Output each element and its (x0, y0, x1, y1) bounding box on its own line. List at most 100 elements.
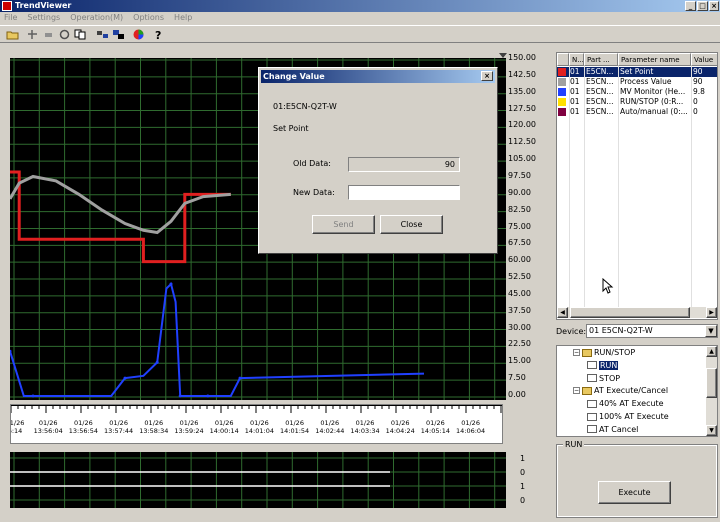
document-icon (587, 425, 597, 434)
series-point (178, 394, 182, 398)
copy-icon[interactable] (74, 28, 87, 41)
col-header-value[interactable]: Value (691, 53, 717, 66)
close-button[interactable]: Close (380, 215, 443, 234)
tree-vertical-scrollbar[interactable]: ▲ ▼ (706, 346, 717, 436)
table-horizontal-scrollbar[interactable]: ◀ ▶ (557, 307, 717, 318)
new-data-input[interactable] (348, 185, 460, 200)
y-tick-label: 105.00 (508, 154, 536, 164)
table-divider (618, 66, 619, 307)
tree-node[interactable]: 40% AT Execute (587, 399, 664, 409)
tree-node[interactable]: − RUN/STOP (573, 348, 635, 358)
tree-node[interactable]: − AT Execute/Cancel (573, 386, 668, 396)
minimize-button[interactable]: _ (685, 1, 696, 11)
connect-icon[interactable] (96, 28, 109, 41)
time-tick-label: 01/26 14:00:14 (204, 419, 244, 435)
tree-scroll-thumb[interactable] (706, 368, 717, 398)
digital-tick: 0 (520, 496, 526, 505)
parameter-row[interactable]: 01 E5CN... RUN/STOP (0:R... 0 (557, 97, 717, 107)
app-logo-icon (2, 1, 12, 11)
digital-trend-chart[interactable] (10, 452, 506, 508)
scroll-thumb[interactable] (570, 307, 690, 318)
time-axis[interactable]: 01/266:1401/2613:56:0401/2613:56:5401/26… (10, 404, 503, 444)
window-title: TrendViewer (15, 1, 72, 10)
tree-node[interactable]: 100% AT Execute (587, 412, 669, 422)
time-tick-time: 13:58:34 (139, 427, 169, 435)
time-tick-time: 14:00:14 (209, 427, 239, 435)
y-tick-label: 60.00 (508, 255, 531, 265)
series-color-swatch (558, 78, 566, 86)
time-axis-ticks (11, 405, 502, 413)
time-tick-date: 01/26 (179, 419, 199, 427)
y-tick-label: 142.50 (508, 69, 536, 79)
parameter-row[interactable]: 01 E5CN... Auto/manual (0:... 0 (557, 107, 717, 117)
execute-button[interactable]: Execute (598, 481, 671, 504)
y-tick-label: 150.00 (508, 53, 536, 62)
table-divider (569, 66, 570, 307)
y-tick-label: 90.00 (508, 187, 531, 197)
tree-node[interactable]: STOP (587, 374, 620, 384)
time-tick-time: 14:01:04 (244, 427, 274, 435)
tree-node-label: AT Execute/Cancel (594, 386, 669, 396)
dialog-close-icon[interactable]: × (481, 71, 493, 81)
time-tick-time: 13:56:54 (68, 427, 98, 435)
settings-icon[interactable] (58, 28, 71, 41)
param-part: E5CN... (586, 77, 614, 86)
time-tick-date: 01/26 (355, 419, 375, 427)
scroll-right-icon[interactable]: ▶ (706, 307, 717, 318)
close-window-button[interactable]: × (709, 1, 719, 11)
col-header-no[interactable]: N... (569, 53, 584, 66)
col-header-blank[interactable] (557, 53, 569, 66)
parameter-row[interactable]: 01 E5CN... Set Point 90 (557, 67, 717, 77)
y-tick-label: 45.00 (508, 288, 531, 298)
open-icon[interactable] (6, 28, 19, 41)
menu-options[interactable]: Options (133, 13, 164, 22)
chevron-down-icon[interactable]: ▼ (705, 325, 717, 337)
param-value: 90 (693, 67, 703, 76)
param-part: E5CN... (586, 87, 614, 96)
disconnect-icon[interactable] (112, 28, 125, 41)
remove-icon[interactable] (42, 28, 55, 41)
expander-icon[interactable]: − (573, 387, 580, 395)
expander-icon[interactable]: − (573, 349, 580, 356)
col-header-param-name[interactable]: Parameter name (618, 53, 691, 66)
menu-bar: File Settings Operation(M) Options Help (0, 12, 720, 24)
tree-node[interactable]: RUN (587, 360, 619, 371)
add-icon[interactable] (26, 28, 39, 41)
scroll-up-icon[interactable]: ▲ (706, 346, 717, 357)
menu-settings[interactable]: Settings (27, 13, 60, 22)
parameter-row[interactable]: 01 E5CN... MV Monitor (He... 9.8 (557, 87, 717, 97)
param-name: Set Point (620, 67, 654, 76)
series-color-swatch (558, 88, 566, 96)
series-line (10, 174, 231, 235)
document-icon (587, 374, 597, 383)
menu-operation[interactable]: Operation(M) (70, 13, 123, 22)
scroll-down-icon[interactable]: ▼ (706, 425, 717, 436)
maximize-button[interactable]: □ (697, 1, 708, 11)
menu-help[interactable]: Help (174, 13, 192, 22)
series-color-swatch (558, 98, 566, 106)
series-color-swatch (558, 108, 566, 116)
parameter-row[interactable]: 01 E5CN... Process Value 90 (557, 77, 717, 87)
tree-node[interactable]: AT Cancel (587, 425, 638, 435)
time-tick-time: 14:02:44 (315, 427, 345, 435)
scroll-left-icon[interactable]: ◀ (557, 307, 568, 318)
time-tick-date: 01/26 (426, 419, 445, 427)
time-tick-label: 01/26 14:05:14 (415, 419, 455, 435)
send-button[interactable]: Send (312, 215, 375, 234)
time-tick-label: 01/26 13:57:44 (99, 419, 139, 435)
menu-file[interactable]: File (4, 13, 17, 22)
param-name: MV Monitor (He... (620, 87, 686, 96)
digital-axis: 1 0 1 0 (508, 452, 538, 508)
color-icon[interactable] (132, 28, 145, 41)
time-tick-date: 01/26 (390, 419, 410, 427)
device-select[interactable]: 01 E5CN-Q2T-W ▼ (586, 324, 718, 338)
time-tick-date: 01/26 (250, 419, 269, 427)
time-tick-time: 13:59:24 (174, 427, 204, 435)
col-header-part[interactable]: Part ... (584, 53, 618, 66)
series-point (155, 360, 159, 364)
dialog-parameter: Set Point (273, 124, 309, 133)
help-icon[interactable]: ? (152, 28, 165, 41)
time-tick-date: 01/26 (38, 419, 58, 427)
time-tick-label: 01/26 13:58:34 (134, 419, 174, 435)
y-tick-label: 127.50 (508, 103, 536, 113)
